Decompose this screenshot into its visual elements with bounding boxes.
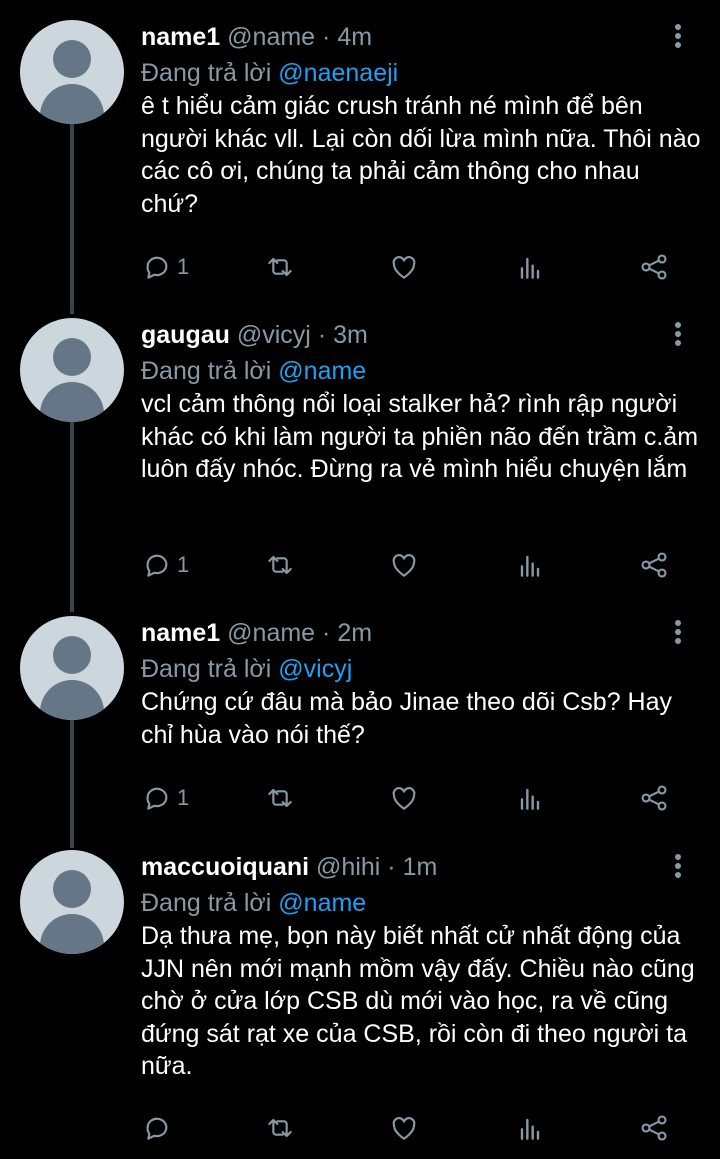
retweet-button[interactable]	[264, 1108, 296, 1148]
analytics-button[interactable]	[514, 1108, 546, 1148]
reply-button[interactable]: 1	[141, 545, 189, 585]
tweet-header: name1 @name · 2m	[141, 616, 372, 650]
analytics-button[interactable]	[514, 545, 546, 585]
reply-icon	[146, 787, 168, 810]
avatar[interactable]	[20, 20, 124, 124]
tweet[interactable]: maccuoiquani @hihi · 1m Đang trả lời @na…	[0, 850, 720, 1155]
analytics-button[interactable]	[514, 247, 546, 287]
retweet-icon	[268, 788, 292, 808]
reply-button[interactable]: 1	[141, 778, 189, 818]
tweet[interactable]: name1 @name · 4m Đang trả lời @naenaeji …	[0, 20, 720, 310]
reply-mention[interactable]: @name	[278, 889, 366, 917]
separator-dot: ·	[322, 619, 331, 647]
share-icon	[641, 552, 667, 578]
retweet-button[interactable]	[264, 247, 296, 287]
reply-count: 1	[177, 785, 190, 810]
tweet-text: ê t hiểu cảm giác crush tránh né mình để…	[141, 92, 701, 218]
avatar[interactable]	[20, 318, 124, 422]
reply-icon	[146, 1117, 168, 1140]
retweet-button[interactable]	[264, 545, 296, 585]
analytics-icon	[520, 1118, 540, 1140]
like-icon	[392, 787, 416, 810]
tweet-header: name1 @name · 4m	[141, 20, 372, 54]
user-handle[interactable]: @name	[227, 619, 315, 647]
tweet[interactable]: name1 @name · 2m Đang trả lời @vicyj Chứ…	[0, 616, 720, 841]
retweet-button[interactable]	[264, 778, 296, 818]
tweet-actions: 1	[0, 778, 720, 818]
like-button[interactable]	[388, 545, 420, 585]
like-icon	[392, 554, 416, 577]
separator-dot: ·	[322, 23, 331, 51]
reply-context: Đang trả lời @vicyj	[141, 652, 352, 686]
share-button[interactable]	[638, 1108, 670, 1148]
tweet[interactable]: gaugau @vicyj · 3m Đang trả lời @name vc…	[0, 318, 720, 608]
share-button[interactable]	[638, 247, 670, 287]
analytics-button[interactable]	[514, 778, 546, 818]
separator-dot: ·	[317, 321, 327, 349]
user-handle[interactable]: @name	[227, 23, 315, 51]
reply-context: Đang trả lời @name	[141, 886, 366, 920]
timestamp[interactable]: 1m	[403, 853, 438, 881]
reply-button[interactable]: 1	[141, 247, 189, 287]
reply-mention[interactable]: @vicyj	[278, 655, 352, 683]
reply-context: Đang trả lời @name	[141, 354, 366, 388]
share-icon	[641, 1115, 667, 1141]
reply-icon	[146, 256, 168, 279]
more-icon[interactable]	[668, 852, 688, 882]
analytics-icon	[520, 257, 540, 279]
reply-prefix: Đang trả lời	[141, 889, 272, 917]
display-name[interactable]: name1	[141, 23, 220, 51]
like-button[interactable]	[388, 1108, 420, 1148]
avatar[interactable]	[20, 850, 124, 954]
retweet-icon	[268, 555, 292, 575]
share-button[interactable]	[638, 545, 670, 585]
reply-prefix: Đang trả lời	[141, 655, 272, 683]
reply-button[interactable]	[141, 1108, 177, 1148]
reply-count: 1	[177, 552, 190, 577]
tweet-actions	[0, 1108, 720, 1148]
reply-context: Đang trả lời @naenaeji	[141, 56, 398, 90]
timestamp[interactable]: 2m	[337, 619, 372, 647]
tweet-text: Dạ thưa mẹ, bọn này biết nhất cử nhất độ…	[141, 922, 695, 1080]
timestamp[interactable]: 4m	[337, 23, 372, 51]
reply-mention[interactable]: @naenaeji	[278, 59, 398, 87]
reply-prefix: Đang trả lời	[141, 357, 272, 385]
display-name[interactable]: maccuoiquani	[141, 853, 309, 881]
avatar[interactable]	[20, 616, 124, 720]
reply-icon	[146, 554, 168, 577]
retweet-icon	[268, 1118, 292, 1138]
reply-mention[interactable]: @name	[278, 357, 366, 385]
tweet-actions: 1	[0, 545, 720, 585]
like-button[interactable]	[388, 778, 420, 818]
share-icon	[641, 254, 667, 280]
tweet-text: vcl cảm thông nổi loại stalker hả? rình …	[141, 390, 699, 483]
display-name[interactable]: gaugau	[141, 321, 230, 349]
reply-prefix: Đang trả lời	[141, 59, 272, 87]
user-handle[interactable]: @hihi	[316, 853, 380, 881]
tweet-header: maccuoiquani @hihi · 1m	[141, 850, 437, 884]
user-handle[interactable]: @vicyj	[237, 321, 311, 349]
analytics-icon	[520, 555, 540, 577]
more-icon[interactable]	[668, 320, 688, 350]
like-button[interactable]	[388, 247, 420, 287]
like-icon	[392, 256, 416, 279]
reply-count: 1	[177, 254, 190, 279]
display-name[interactable]: name1	[141, 619, 220, 647]
timestamp[interactable]: 3m	[333, 321, 368, 349]
retweet-icon	[268, 257, 292, 277]
tweet-actions: 1	[0, 247, 720, 287]
share-icon	[641, 785, 667, 811]
share-button[interactable]	[638, 778, 670, 818]
more-icon[interactable]	[668, 22, 688, 52]
analytics-icon	[520, 788, 540, 810]
more-icon[interactable]	[668, 618, 688, 648]
like-icon	[392, 1117, 416, 1140]
tweet-text: Chứng cứ đâu mà bảo Jinae theo dõi Csb? …	[141, 688, 673, 749]
separator-dot: ·	[387, 853, 396, 881]
tweet-header: gaugau @vicyj · 3m	[141, 318, 368, 352]
